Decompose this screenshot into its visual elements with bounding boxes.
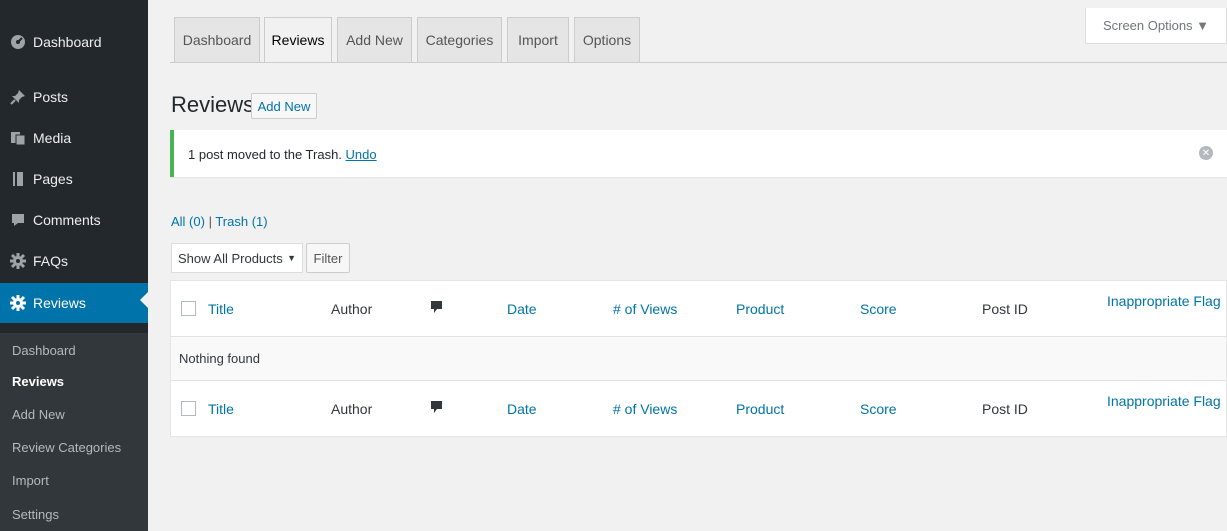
submenu-item-add-new[interactable]: Add New: [12, 407, 65, 422]
tab-add-new[interactable]: Add New: [337, 17, 412, 62]
column-views[interactable]: # of Views: [613, 301, 677, 317]
select-all-checkbox[interactable]: [181, 301, 196, 316]
tab-options[interactable]: Options: [574, 17, 640, 62]
comment-icon: [3, 212, 33, 228]
view-trash-link[interactable]: Trash (1): [215, 214, 267, 229]
admin-sidebar: Dashboard Posts Media Pages Comments FAQ…: [0, 0, 148, 531]
menu-item-label: FAQs: [33, 253, 69, 269]
menu-item-dashboard[interactable]: Dashboard: [0, 25, 148, 59]
submenu-item-reviews[interactable]: Reviews: [12, 374, 64, 389]
views-separator: |: [204, 214, 216, 229]
comment-icon[interactable]: [431, 301, 442, 314]
tab-import[interactable]: Import: [507, 17, 569, 62]
reviews-submenu: Dashboard Reviews Add New Review Categor…: [0, 333, 148, 531]
column-inappropriate-flag[interactable]: Inappropriate Flag: [1107, 393, 1221, 409]
submenu-item-review-categories[interactable]: Review Categories: [12, 440, 121, 455]
column-post-id: Post ID: [982, 401, 1028, 417]
menu-item-comments[interactable]: Comments: [0, 203, 148, 237]
select-all-checkbox[interactable]: [181, 401, 196, 416]
media-icon: [3, 130, 33, 146]
column-score[interactable]: Score: [860, 301, 897, 317]
view-all-link[interactable]: All (0): [171, 214, 205, 229]
dismiss-icon[interactable]: ✕: [1199, 146, 1213, 160]
filter-button[interactable]: Filter: [306, 243, 350, 273]
submenu-item-dashboard[interactable]: Dashboard: [12, 343, 76, 358]
undo-link[interactable]: Undo: [346, 147, 377, 162]
submenu-item-settings[interactable]: Settings: [12, 507, 59, 522]
gear-icon: [3, 253, 33, 269]
menu-item-reviews[interactable]: Reviews: [0, 283, 148, 323]
tab-dashboard[interactable]: Dashboard: [174, 17, 260, 62]
notice-text: 1 post moved to the Trash.: [188, 147, 346, 162]
menu-item-media[interactable]: Media: [0, 121, 148, 155]
chevron-down-icon: ▼: [287, 253, 296, 263]
column-date[interactable]: Date: [507, 401, 537, 417]
menu-item-faqs[interactable]: FAQs: [0, 244, 148, 278]
column-author: Author: [331, 401, 373, 417]
column-author: Author: [331, 301, 373, 317]
reviews-table: Title Author Date # of Views Product Sco…: [170, 280, 1227, 437]
column-product[interactable]: Product: [736, 301, 784, 317]
select-value: Show All Products: [178, 250, 283, 266]
comment-icon[interactable]: [431, 401, 442, 414]
column-title[interactable]: Title: [208, 401, 234, 417]
menu-item-posts[interactable]: Posts: [0, 80, 148, 114]
tab-divider: [170, 62, 1227, 63]
column-date[interactable]: Date: [507, 301, 537, 317]
status-views: All (0) | Trash (1): [171, 214, 268, 229]
column-inappropriate-flag[interactable]: Inappropriate Flag: [1107, 293, 1221, 309]
add-new-button[interactable]: Add New: [251, 93, 317, 119]
menu-item-label: Comments: [33, 212, 101, 228]
gear-icon: [3, 295, 33, 311]
notice-message: 1 post moved to the Trash. Undo: [188, 147, 377, 162]
submenu-item-import[interactable]: Import: [12, 473, 49, 488]
product-filter-select[interactable]: Show All Products ▼: [171, 243, 303, 273]
menu-item-label: Pages: [33, 171, 73, 187]
menu-item-label: Reviews: [33, 295, 86, 311]
table-row: Nothing found: [171, 337, 1226, 381]
menu-item-pages[interactable]: Pages: [0, 162, 148, 196]
column-score[interactable]: Score: [860, 401, 897, 417]
menu-item-label: Posts: [33, 89, 69, 105]
dashboard-icon: [3, 34, 33, 50]
column-post-id: Post ID: [982, 301, 1028, 317]
pages-icon: [3, 171, 33, 187]
no-items-text: Nothing found: [179, 351, 260, 366]
tab-categories[interactable]: Categories: [417, 17, 502, 62]
menu-item-label: Dashboard: [33, 34, 102, 50]
menu-item-label: Media: [33, 130, 72, 146]
column-views[interactable]: # of Views: [613, 401, 677, 417]
table-footer-row: Title Author Date # of Views Product Sco…: [171, 381, 1226, 437]
column-product[interactable]: Product: [736, 401, 784, 417]
screen-options-button[interactable]: Screen Options ▼: [1085, 8, 1227, 44]
trash-notice: 1 post moved to the Trash. Undo ✕: [170, 130, 1227, 177]
pin-icon: [3, 89, 33, 105]
tab-reviews[interactable]: Reviews: [264, 17, 332, 63]
table-header-row: Title Author Date # of Views Product Sco…: [171, 281, 1226, 337]
column-title[interactable]: Title: [208, 301, 234, 317]
page-title: Reviews: [171, 92, 255, 117]
